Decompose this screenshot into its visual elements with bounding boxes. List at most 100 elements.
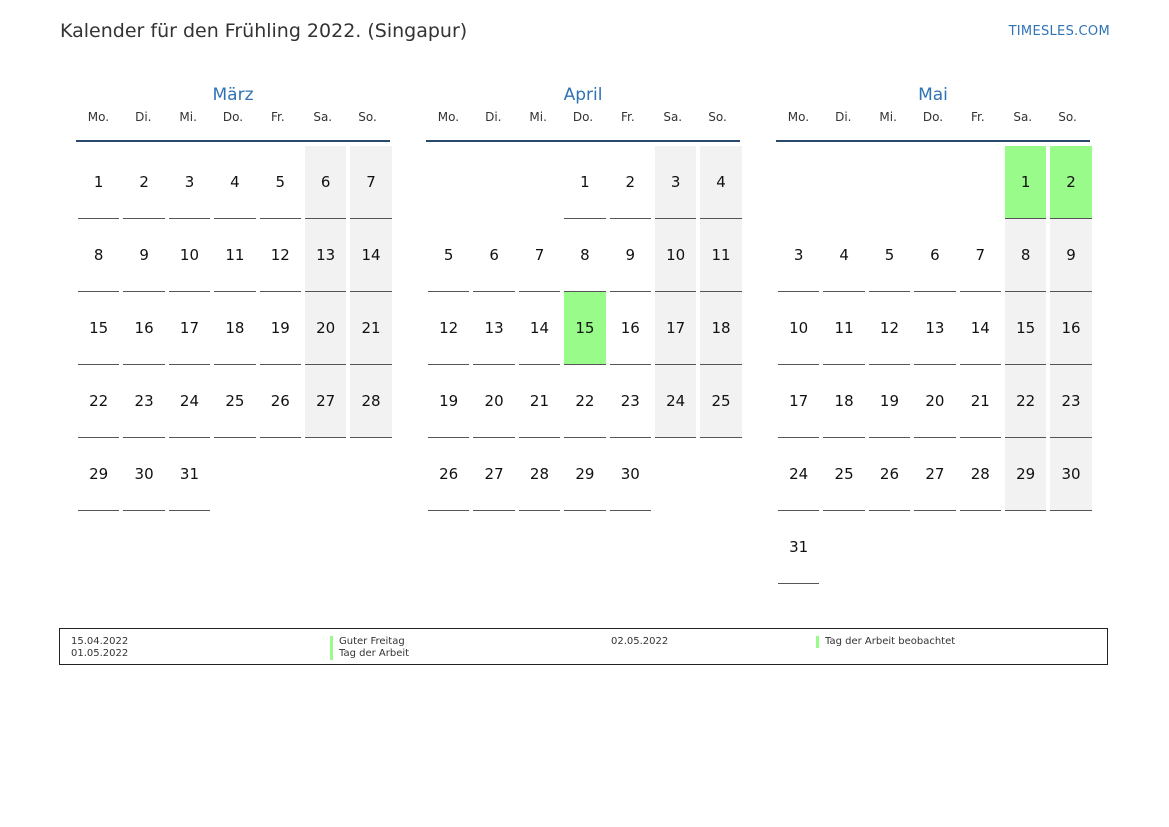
weekday-label: Fr. <box>971 110 985 124</box>
day-cell: 21 <box>959 365 1001 438</box>
day-cell: 30 <box>609 438 651 511</box>
day-cell: 3 <box>168 146 211 219</box>
empty-cell <box>778 146 819 219</box>
weekday-label: Do. <box>572 110 594 124</box>
legend-holiday-name: Tag der Arbeit beobachtet <box>816 636 955 648</box>
day-cell: 8 <box>1004 219 1047 292</box>
day-cell: 15 <box>78 292 120 365</box>
day-cell: 5 <box>868 219 911 292</box>
day-cell: 31 <box>168 438 211 511</box>
weekday-label: Di. <box>485 110 502 124</box>
weekday-label: Mo. <box>87 110 110 124</box>
weekday-label: Di. <box>835 110 852 124</box>
day-cell: 8 <box>78 219 120 292</box>
weekday-label: Mi. <box>529 110 547 124</box>
month-april: April Mo. Di. Mi. Do. Fr. Sa. So. 1 2 3 4 5 6 7 8 9 10 1… <box>426 84 742 511</box>
day-cell: 24 <box>778 438 820 511</box>
day-cell: 23 <box>1050 365 1092 438</box>
weekday-label: So. <box>1058 110 1077 124</box>
month-name: Mai <box>918 85 948 105</box>
day-cell: 19 <box>428 365 470 438</box>
legend-date: 01.05.2022 <box>71 648 129 659</box>
day-cell: 26 <box>868 438 911 511</box>
day-cell: 5 <box>428 219 470 292</box>
day-cell: 16 <box>123 292 165 365</box>
weekday-header: Mo. Di. Mi. Do. Fr. Sa. So. <box>426 108 740 142</box>
empty-cell <box>823 146 864 219</box>
day-cell: 4 <box>214 146 256 219</box>
day-cell: 14 <box>518 292 561 365</box>
site-link[interactable]: TIMESLES.COM <box>1009 24 1110 39</box>
day-cell: 28 <box>518 438 561 511</box>
day-cell: 1 <box>78 146 120 219</box>
day-cell: 28 <box>350 365 392 438</box>
day-cell: 22 <box>1004 365 1047 438</box>
day-cell: 23 <box>609 365 651 438</box>
empty-cell <box>428 146 469 219</box>
day-cell: 3 <box>778 219 820 292</box>
day-cell: 10 <box>168 219 211 292</box>
day-cell: 29 <box>78 438 120 511</box>
day-cell: 27 <box>473 438 515 511</box>
day-cell: 13 <box>473 292 515 365</box>
day-cell: 8 <box>564 219 606 292</box>
day-cell: 14 <box>959 292 1001 365</box>
day-cell: 12 <box>868 292 911 365</box>
day-cell: 5 <box>259 146 301 219</box>
day-cell: 24 <box>654 365 697 438</box>
weekday-header: Mo. Di. Mi. Do. Fr. Sa. So. <box>76 108 390 142</box>
weekday-label: Mi. <box>879 110 897 124</box>
day-cell: 7 <box>350 146 392 219</box>
day-cell: 26 <box>428 438 470 511</box>
day-cell: 11 <box>214 219 256 292</box>
day-cell: 29 <box>1004 438 1047 511</box>
month-name: März <box>212 85 254 105</box>
weekday-header: Mo. Di. Mi. Do. Fr. Sa. So. <box>776 108 1090 142</box>
day-cell: 19 <box>868 365 911 438</box>
day-cell: 17 <box>168 292 211 365</box>
day-cell: 15 <box>1004 292 1047 365</box>
weekday-label: Mi. <box>179 110 197 124</box>
day-cell: 13 <box>304 219 347 292</box>
day-cell: 18 <box>214 292 256 365</box>
day-cell: 18 <box>823 365 865 438</box>
legend-date: 15.04.2022 <box>71 636 129 647</box>
empty-cell <box>914 146 955 219</box>
empty-cell <box>960 146 1001 219</box>
empty-cell <box>519 146 560 219</box>
weekday-label: Fr. <box>621 110 635 124</box>
day-cell: 4 <box>823 219 865 292</box>
weekday-label: Mo. <box>437 110 460 124</box>
day-cell: 19 <box>259 292 301 365</box>
day-cell: 29 <box>564 438 606 511</box>
day-cell: 17 <box>778 365 820 438</box>
holiday-legend: 15.04.2022 01.05.2022 Guter Freitag Tag … <box>59 628 1108 665</box>
day-cell: 11 <box>700 219 742 292</box>
day-cell: 10 <box>654 219 697 292</box>
weekday-label: So. <box>708 110 727 124</box>
day-cell: 22 <box>564 365 606 438</box>
weekday-label: Do. <box>222 110 244 124</box>
day-cell: 9 <box>609 219 651 292</box>
empty-cell <box>473 146 514 219</box>
day-grid: 1 2 3 4 5 6 7 8 9 10 11 12 13 14 15 16 17 18 19 20 21 22 23 24 2… <box>776 146 1092 584</box>
day-cell: 24 <box>168 365 211 438</box>
empty-cell <box>869 146 910 219</box>
weekday-label: Sa. <box>1013 110 1033 124</box>
day-cell: 12 <box>428 292 470 365</box>
day-cell: 9 <box>1050 219 1092 292</box>
day-cell: 7 <box>959 219 1001 292</box>
day-cell: 16 <box>1050 292 1092 365</box>
legend-holiday-name: Guter Freitag <box>330 636 405 648</box>
month-may: Mai Mo. Di. Mi. Do. Fr. Sa. So. 1 2 3 4 5 6 7 8 9 10 11 1… <box>776 84 1092 584</box>
day-cell: 6 <box>914 219 956 292</box>
day-cell: 27 <box>304 365 347 438</box>
day-cell: 16 <box>609 292 651 365</box>
day-cell: 21 <box>518 365 561 438</box>
holiday-day-cell: 15 <box>564 292 606 365</box>
day-cell: 20 <box>304 292 347 365</box>
day-cell: 30 <box>1050 438 1092 511</box>
weekday-label: So. <box>358 110 377 124</box>
day-cell: 20 <box>473 365 515 438</box>
day-cell: 26 <box>259 365 301 438</box>
